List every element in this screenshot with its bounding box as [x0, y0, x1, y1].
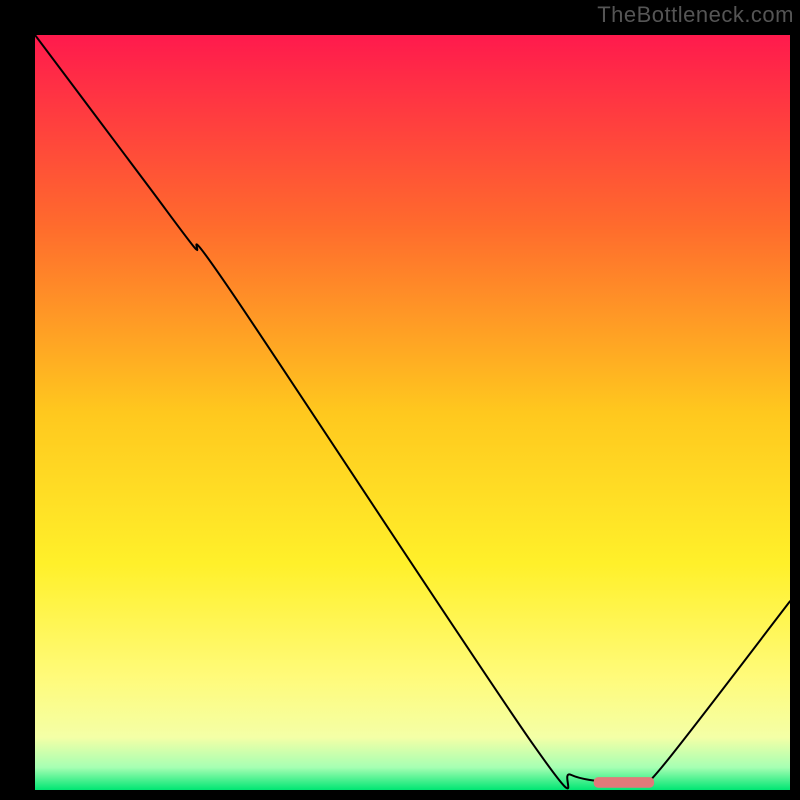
chart-plot [35, 35, 790, 790]
watermark-text: TheBottleneck.com [597, 2, 794, 28]
chart-background [35, 35, 790, 790]
chart-frame: TheBottleneck.com [0, 0, 800, 800]
highlight-marker [594, 777, 654, 788]
